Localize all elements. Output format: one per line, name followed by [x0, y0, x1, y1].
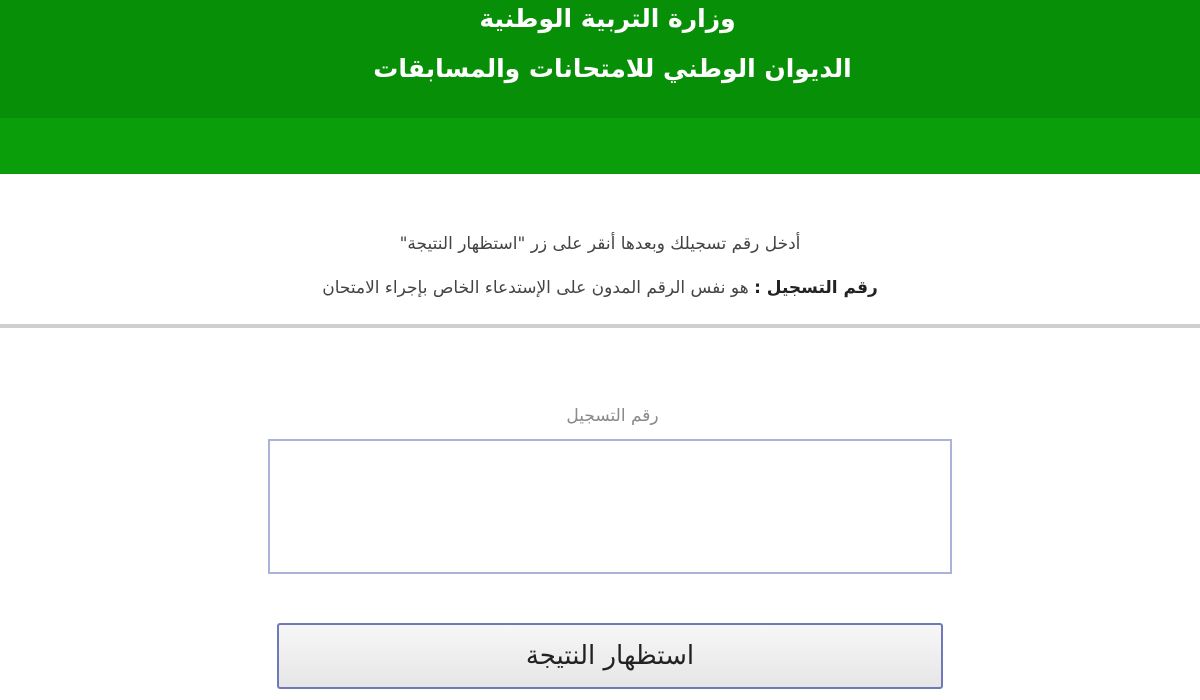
show-result-button[interactable]: استظهار النتيجة — [277, 623, 943, 689]
registration-number-explanation: هو نفس الرقم المدون على الإستدعاء الخاص … — [322, 278, 755, 298]
instruction-line-2: رقم التسجيل : هو نفس الرقم المدون على ال… — [150, 266, 1050, 310]
header-band — [0, 118, 1200, 174]
section-divider — [0, 324, 1200, 328]
registration-number-input[interactable] — [268, 439, 952, 574]
registration-number-label: رقم التسجيل — [566, 406, 659, 426]
ministry-title: وزارة التربية الوطنية — [479, 4, 736, 33]
registration-number-term: رقم التسجيل : — [754, 278, 878, 298]
instruction-line-1: أدخل رقم تسجيلك وبعدها أنقر على زر "استظ… — [399, 234, 801, 254]
office-subtitle: الديوان الوطني للامتحانات والمسابقات — [373, 54, 852, 83]
instructions: أدخل رقم تسجيلك وبعدها أنقر على زر "استظ… — [150, 222, 1050, 310]
